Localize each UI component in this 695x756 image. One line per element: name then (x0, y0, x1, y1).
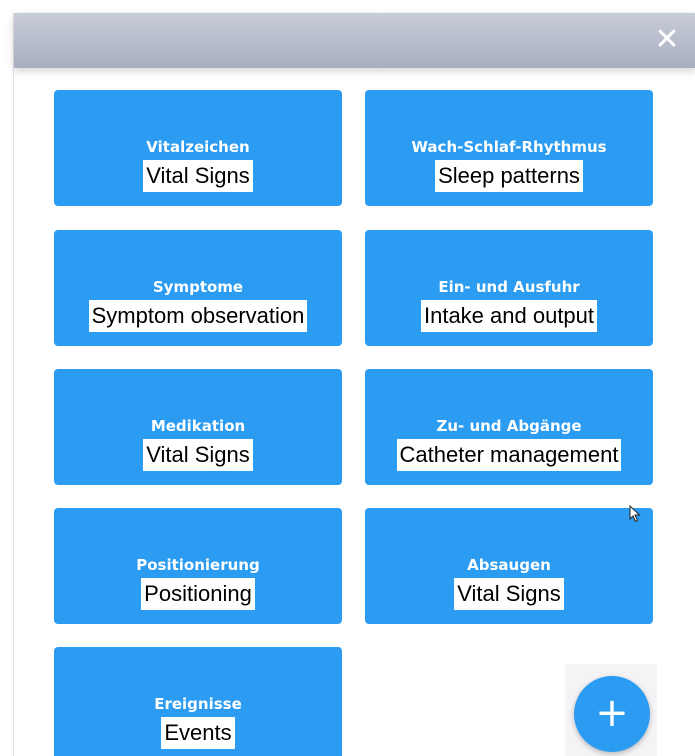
tile-zu-und-abgaenge[interactable]: Zu- und Abgänge Catheter management (365, 369, 653, 485)
add-button[interactable]: + (574, 676, 650, 752)
page: ✕ Vitalzeichen Vital Signs Wach-Schlaf-R… (0, 0, 695, 756)
tile-title: Wach-Schlaf-Rhythmus (411, 138, 607, 156)
tile-title: Absaugen (467, 556, 551, 574)
tile-subtitle: Vital Signs (143, 160, 253, 192)
tile-title: Symptome (152, 278, 244, 296)
tile-subtitle: Vital Signs (454, 578, 564, 610)
tile-title: Ein- und Ausfuhr (438, 278, 580, 296)
tile-title: Ereignisse (154, 695, 242, 713)
tile-ein-und-ausfuhr[interactable]: Ein- und Ausfuhr Intake and output (365, 230, 653, 346)
tile-title: Medikation (150, 417, 246, 435)
category-modal: ✕ Vitalzeichen Vital Signs Wach-Schlaf-R… (13, 13, 695, 756)
tile-symptome[interactable]: Symptome Symptom observation (54, 230, 342, 346)
tile-title: Zu- und Abgänge (436, 417, 582, 435)
tile-subtitle: Sleep patterns (435, 160, 583, 192)
tile-ereignisse[interactable]: Ereignisse Events (54, 647, 342, 756)
tile-subtitle: Events (161, 717, 235, 749)
mouse-cursor-icon (629, 505, 641, 523)
modal-header: ✕ (14, 13, 695, 68)
tile-positionierung[interactable]: Positionierung Positioning (54, 508, 342, 624)
tile-vitalzeichen[interactable]: Vitalzeichen Vital Signs (54, 90, 342, 206)
tile-subtitle: Vital Signs (143, 439, 253, 471)
tile-subtitle: Intake and output (420, 300, 598, 332)
tile-medikation[interactable]: Medikation Vital Signs (54, 369, 342, 485)
tile-absaugen[interactable]: Absaugen Vital Signs (365, 508, 653, 624)
tile-title: Vitalzeichen (146, 138, 250, 156)
tile-wach-schlaf-rhythmus[interactable]: Wach-Schlaf-Rhythmus Sleep patterns (365, 90, 653, 206)
close-icon[interactable]: ✕ (652, 25, 682, 55)
tile-title: Positionierung (136, 556, 260, 574)
tile-subtitle: Catheter management (396, 439, 622, 471)
tile-subtitle: Symptom observation (88, 300, 308, 332)
background-edge (0, 0, 13, 756)
tile-subtitle: Positioning (141, 578, 255, 610)
